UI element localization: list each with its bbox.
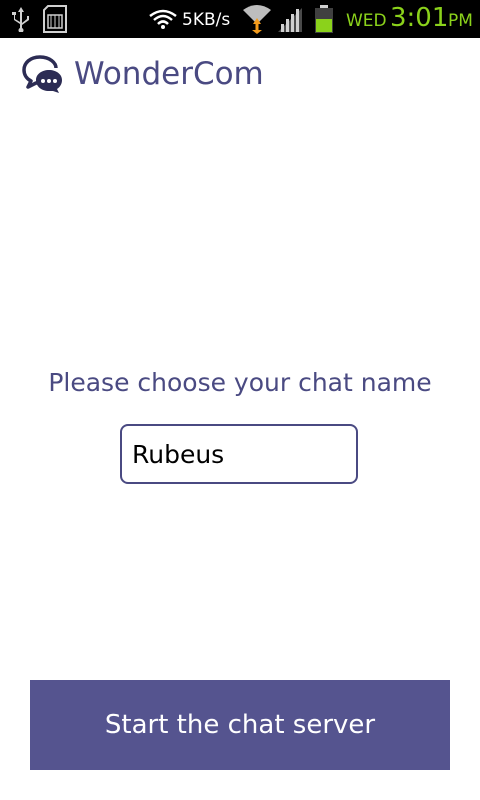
wifi-icon bbox=[243, 5, 271, 34]
net-speed-text: 5KB/s bbox=[182, 10, 231, 30]
status-bar: 5KB/s WED 3:01 PM bbox=[0, 0, 480, 38]
start-chat-server-button[interactable]: Start the chat server bbox=[30, 680, 450, 770]
clock-time: 3:01 bbox=[390, 3, 449, 33]
app-bar: WonderCom bbox=[0, 38, 480, 112]
sd-card-icon bbox=[43, 5, 67, 33]
signal-icon bbox=[278, 8, 302, 32]
day-label: WED bbox=[346, 11, 387, 31]
chat-bubbles-icon bbox=[22, 55, 62, 93]
chat-name-prompt: Please choose your chat name bbox=[48, 368, 432, 397]
battery-icon bbox=[315, 5, 333, 33]
clock-ampm: PM bbox=[448, 11, 473, 31]
usb-icon bbox=[12, 7, 29, 32]
chat-name-input[interactable] bbox=[120, 424, 358, 484]
wifi-speed-icon bbox=[149, 9, 177, 29]
app-title: WonderCom bbox=[74, 56, 264, 92]
app-screen: 5KB/s WED 3:01 PM WonderCom Please choos… bbox=[0, 0, 480, 800]
